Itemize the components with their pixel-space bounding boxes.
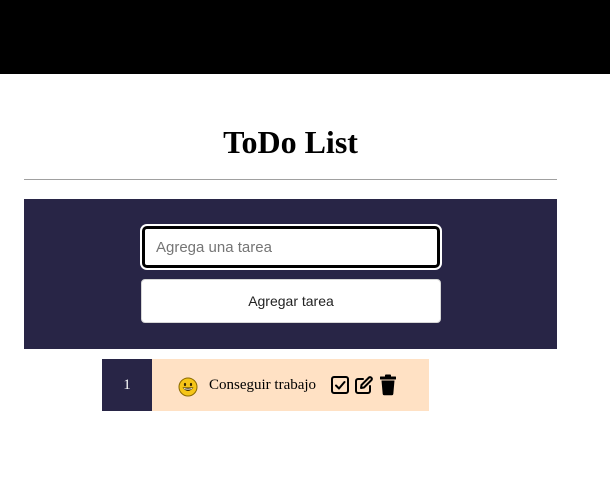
task-form-panel — [24, 199, 557, 349]
task-list-item: 1 Conseguir trabajo — [102, 359, 429, 411]
check-square-icon[interactable] — [329, 374, 351, 396]
top-bar — [0, 0, 610, 74]
page-title: ToDo List — [223, 124, 358, 160]
add-task-button[interactable]: Agregar tarea — [141, 279, 441, 323]
task-number: 1 — [102, 359, 152, 411]
task-input[interactable] — [142, 226, 440, 268]
task-text: Conseguir trabajo — [209, 376, 317, 393]
title-divider — [24, 179, 557, 180]
trash-icon[interactable] — [377, 374, 399, 396]
edit-icon[interactable] — [353, 374, 375, 396]
grinning-face-emoji-icon — [178, 377, 198, 397]
task-body: Conseguir trabajo — [152, 359, 429, 411]
